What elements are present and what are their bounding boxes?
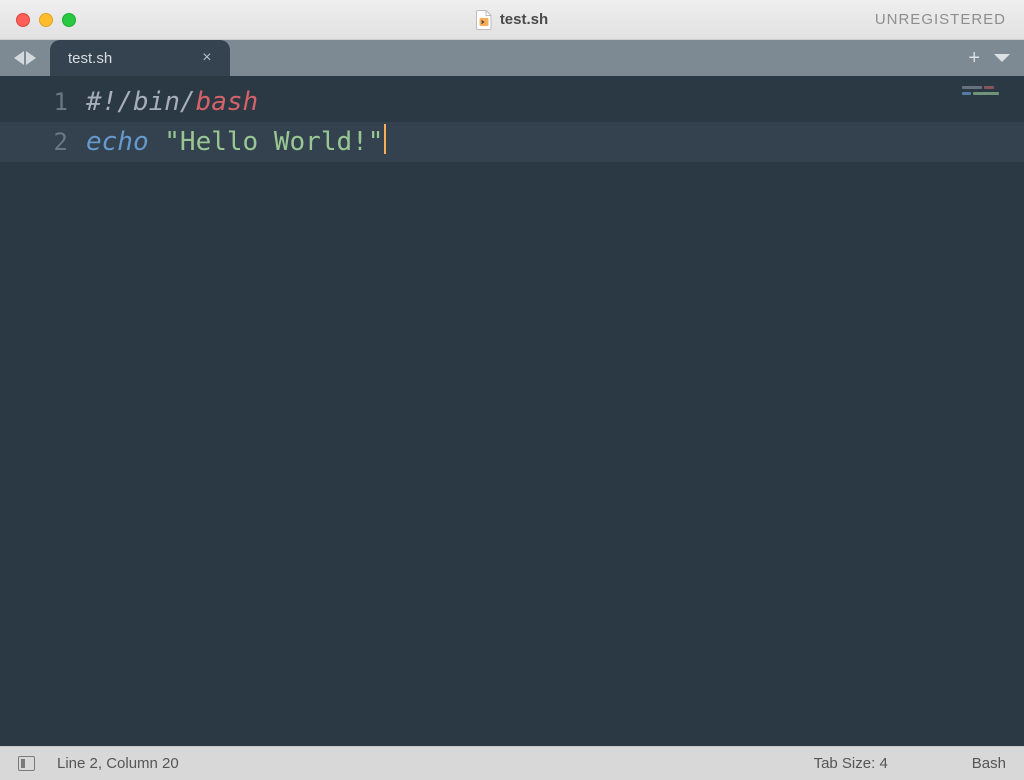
tab-bar: test.sh × + [0,40,1024,76]
minimize-window-button[interactable] [39,13,53,27]
line-number[interactable]: 1 [0,82,86,122]
status-bar: Line 2, Column 20 Tab Size: 4 Bash [0,746,1024,780]
editor-viewport[interactable]: 1#!/bin/bash2echo "Hello World!" [0,76,1024,746]
cursor-position-label[interactable]: Line 2, Column 20 [57,755,179,772]
new-tab-button[interactable]: + [968,48,980,68]
close-tab-button[interactable]: × [202,50,211,66]
license-state-label: UNREGISTERED [875,11,1024,28]
code-line[interactable]: 1#!/bin/bash [0,82,1024,122]
history-back-button[interactable] [14,51,24,65]
zoom-window-button[interactable] [62,13,76,27]
line-number[interactable]: 2 [0,122,86,162]
syntax-label[interactable]: Bash [972,755,1006,772]
tab-test-sh[interactable]: test.sh × [50,40,230,76]
tab-size-label[interactable]: Tab Size: 4 [814,755,888,772]
window-titlebar: test.sh UNREGISTERED [0,0,1024,40]
toggle-sidebar-button[interactable] [18,756,35,771]
tab-label: test.sh [68,50,112,67]
text-cursor [384,124,386,154]
window-controls [0,13,76,27]
window-title: test.sh [500,11,548,28]
code-content[interactable]: #!/bin/bash [86,82,258,122]
tab-overflow-button[interactable] [994,54,1010,62]
close-window-button[interactable] [16,13,30,27]
history-nav [0,40,50,76]
code-line[interactable]: 2echo "Hello World!" [0,122,1024,162]
document-icon [476,10,492,30]
history-forward-button[interactable] [26,51,36,65]
code-content[interactable]: echo "Hello World!" [86,122,386,162]
minimap[interactable] [962,86,1014,104]
